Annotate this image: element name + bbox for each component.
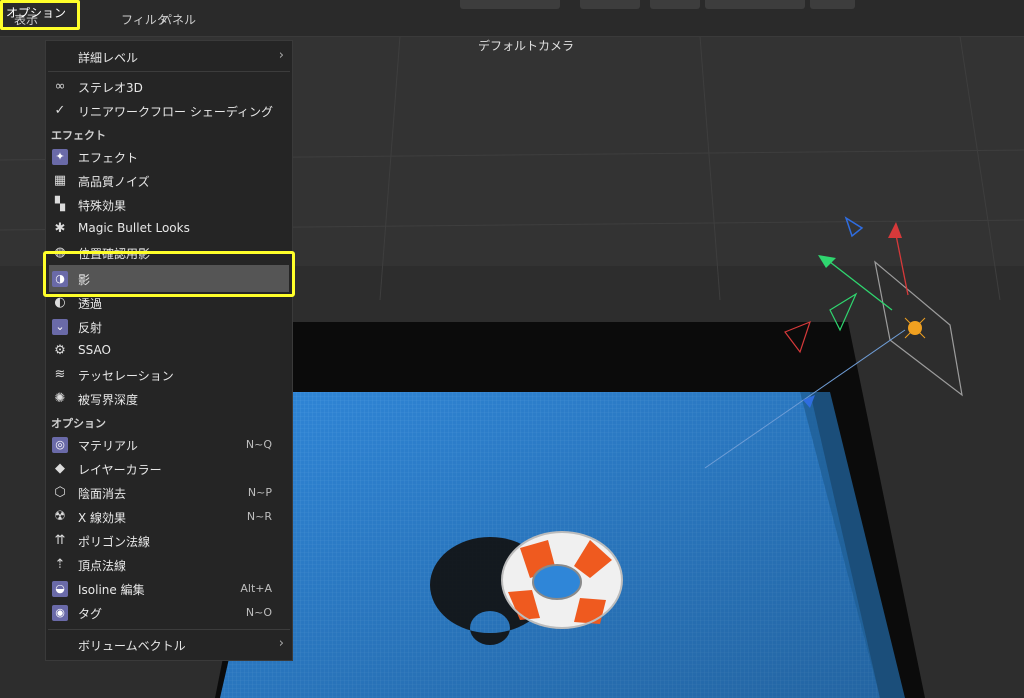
menu-item-label: Magic Bullet Looks xyxy=(78,221,190,235)
menu-item-material[interactable]: ◎ マテリアル N~Q xyxy=(46,433,292,457)
clapper-icon: ▚ xyxy=(55,197,65,212)
toolbar-button[interactable] xyxy=(705,0,805,9)
magic-bullet-icon: ✱ xyxy=(54,221,66,236)
menu-item-label: 陰面消去 xyxy=(78,487,127,501)
polygon-normals-icon: ⇈ xyxy=(54,533,66,548)
menu-item-volume-vector[interactable]: ボリュームベクトル › xyxy=(46,633,292,657)
camera-label[interactable]: デフォルトカメラ xyxy=(478,37,574,54)
menu-item-hq-noise[interactable]: ▦ 高品質ノイズ xyxy=(46,169,292,193)
vertex-normals-icon: ⇡ xyxy=(54,557,66,572)
menu-item-linear-workflow[interactable]: ✓ リニアワークフロー シェーディング xyxy=(46,99,292,123)
menu-options-label: オプション xyxy=(6,6,67,20)
checkmark-icon: ✓ xyxy=(54,103,66,118)
tessellation-icon: ≋ xyxy=(54,367,66,382)
life-ring xyxy=(501,531,623,629)
transparency-icon: ◐ xyxy=(54,295,66,310)
menu-item-label: レイヤーカラー xyxy=(78,463,162,477)
menu-item-label: 透過 xyxy=(78,297,103,311)
menu-item-isoline-edit[interactable]: ◒ Isoline 編集 Alt+A xyxy=(46,577,292,601)
noise-icon: ▦ xyxy=(53,173,67,188)
menu-item-label: テッセレーション xyxy=(78,369,174,383)
toolbar-button[interactable] xyxy=(580,0,640,9)
menu-item-label: 高品質ノイズ xyxy=(78,175,150,189)
menu-panel[interactable]: パネル xyxy=(160,11,196,28)
menu-item-label: 詳細レベル xyxy=(78,51,139,65)
menu-item-reflection[interactable]: ⌄ 反射 xyxy=(46,315,292,339)
isoline-icon: ◒ xyxy=(52,581,68,597)
menu-item-xray[interactable]: ☢ X 線効果 N~R xyxy=(46,505,292,529)
menu-item-hidden-line[interactable]: ⬡ 陰面消去 N~P xyxy=(46,481,292,505)
aperture-icon: ✺ xyxy=(54,391,66,406)
menu-item-tag[interactable]: ◉ タグ N~O xyxy=(46,601,292,625)
menu-item-label: ステレオ3D xyxy=(78,81,143,95)
ssao-icon: ⚙ xyxy=(54,343,66,358)
menu-options[interactable]: オプション xyxy=(0,0,80,30)
toolbar-button[interactable] xyxy=(460,0,560,9)
section-header-options: オプション xyxy=(51,417,106,430)
menu-item-ssao[interactable]: ⚙ SSAO xyxy=(46,339,292,363)
menu-item-label: ポリゴン法線 xyxy=(78,535,151,549)
menu-item-magic-bullet[interactable]: ✱ Magic Bullet Looks xyxy=(46,217,292,241)
menu-item-label: リニアワークフロー シェーディング xyxy=(78,105,273,119)
menu-item-label: 特殊効果 xyxy=(78,199,127,213)
shortcut-label: Alt+A xyxy=(240,582,272,595)
menu-item-label: 被写界深度 xyxy=(78,393,139,407)
menu-item-label: 反射 xyxy=(78,321,103,335)
shortcut-label: N~Q xyxy=(245,438,272,451)
submenu-arrow-icon: › xyxy=(278,636,284,651)
menu-divider xyxy=(48,629,290,630)
menu-item-label: 頂点法線 xyxy=(78,559,127,573)
material-icon: ◎ xyxy=(52,437,68,453)
menu-item-effects[interactable]: ✦ エフェクト xyxy=(46,145,292,169)
submenu-arrow-icon: › xyxy=(278,48,284,63)
menu-item-label: X 線効果 xyxy=(78,511,127,525)
menu-item-label: ボリュームベクトル xyxy=(78,639,186,653)
tag-eye-icon: ◉ xyxy=(52,605,68,621)
layers-icon: ◆ xyxy=(55,461,65,476)
menu-item-special-effects[interactable]: ▚ 特殊効果 xyxy=(46,193,292,217)
menu-item-layer-color[interactable]: ◆ レイヤーカラー xyxy=(46,457,292,481)
menu-item-label: Isoline 編集 xyxy=(78,583,145,597)
menubar: 表示 オプション フィルタ パネル xyxy=(0,0,1024,37)
hidden-line-icon: ⬡ xyxy=(54,485,66,500)
section-header-effects: エフェクト xyxy=(51,129,106,142)
reflection-icon: ⌄ xyxy=(52,319,68,335)
xray-icon: ☢ xyxy=(54,509,66,524)
menu-item-detail-level[interactable]: 詳細レベル › xyxy=(46,45,292,69)
stereo-glasses-icon: ∞ xyxy=(54,79,66,94)
menu-item-polygon-normals[interactable]: ⇈ ポリゴン法線 xyxy=(46,529,292,553)
menu-divider xyxy=(48,71,290,72)
shortcut-label: N~P xyxy=(247,486,272,499)
toolbar-button[interactable] xyxy=(650,0,700,9)
menu-item-vertex-normals[interactable]: ⇡ 頂点法線 xyxy=(46,553,292,577)
menu-item-depth-of-field[interactable]: ✺ 被写界深度 xyxy=(46,387,292,411)
shortcut-label: N~O xyxy=(245,606,272,619)
menu-item-label: エフェクト xyxy=(78,151,139,165)
options-dropdown: 詳細レベル › ∞ ステレオ3D ✓ リニアワークフロー シェーディング エフェ… xyxy=(45,40,293,661)
shortcut-label: N~R xyxy=(246,510,272,523)
toolbar-button[interactable] xyxy=(810,0,855,9)
annotation-highlight-box xyxy=(43,251,295,297)
menu-item-label: タグ xyxy=(78,607,103,621)
menu-item-label: SSAO xyxy=(78,343,111,357)
menu-item-tessellation[interactable]: ≋ テッセレーション xyxy=(46,363,292,387)
effect-icon: ✦ xyxy=(52,149,68,165)
menu-item-label: マテリアル xyxy=(78,439,138,453)
menu-item-stereo-3d[interactable]: ∞ ステレオ3D xyxy=(46,75,292,99)
